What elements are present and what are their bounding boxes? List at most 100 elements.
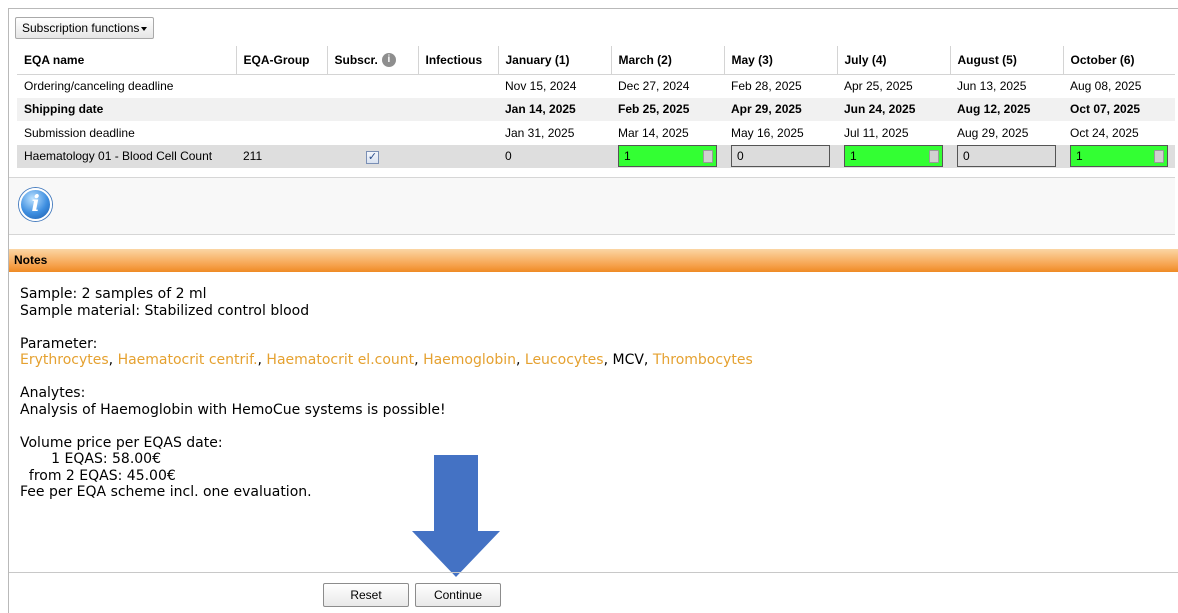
date-cell: Oct 24, 2025 xyxy=(1070,125,1139,140)
date-cell: Apr 29, 2025 xyxy=(724,97,837,121)
date-cell: Jun 13, 2025 xyxy=(957,79,1027,93)
march-cell: 1 xyxy=(611,144,724,168)
col-header-eqa-name: EQA name xyxy=(17,46,237,75)
col-header-subscr: Subscr. i xyxy=(327,46,419,75)
row-subscr xyxy=(327,74,418,98)
col-header-august: August (5) xyxy=(950,46,1064,75)
row-infectious xyxy=(418,121,498,145)
row-group xyxy=(236,121,327,145)
down-arrow-icon xyxy=(412,455,500,577)
august-cell: 0 xyxy=(950,144,1063,168)
quantity-value: 0 xyxy=(963,149,970,164)
parameter-erythrocytes[interactable]: Erythrocytes xyxy=(20,352,109,368)
date-cell: Aug 08, 2025 xyxy=(1070,79,1142,93)
parameter-mcv: MCV xyxy=(612,352,644,368)
info-icon[interactable]: i xyxy=(381,52,396,67)
eqa-table: EQA name EQA-Group Subscr. i Infectious J… xyxy=(17,46,1175,168)
parameter-haemoglobin[interactable]: Haemoglobin xyxy=(423,352,516,368)
notes-fee: Fee per EQA scheme incl. one evaluation. xyxy=(20,484,312,500)
subscription-functions-dropdown[interactable]: Subscription functions xyxy=(15,17,155,39)
date-cell: Jan 31, 2025 xyxy=(505,125,575,140)
quantity-input[interactable]: 0 xyxy=(957,145,1056,168)
quantity-value: 1 xyxy=(624,149,631,164)
trash-icon[interactable] xyxy=(929,149,939,163)
october-cell: 1 xyxy=(1063,144,1175,168)
notes-analytes-label: Analytes: xyxy=(20,385,86,401)
notes-material: Sample material: Stabilized control bloo… xyxy=(20,302,310,319)
col-header-subscr-label: Subscr. xyxy=(334,52,378,67)
parameter-leucocytes[interactable]: Leucocytes xyxy=(525,352,604,368)
scheme-infectious xyxy=(418,144,498,168)
notes-price-1: 1 EQAS: 58.00€ xyxy=(20,451,161,467)
row-label: Ordering/canceling deadline xyxy=(24,79,174,93)
may-cell: 0 xyxy=(724,144,837,168)
january-quantity: 0 xyxy=(498,144,611,168)
info-icon[interactable]: i xyxy=(19,188,52,221)
july-cell: 1 xyxy=(837,144,950,168)
row-label: Shipping date xyxy=(17,97,236,121)
date-cell: Aug 29, 2025 xyxy=(957,125,1029,140)
col-header-october: October (6) xyxy=(1063,46,1175,75)
date-cell: Oct 07, 2025 xyxy=(1063,97,1175,121)
trash-icon[interactable] xyxy=(703,149,713,163)
date-cell: Dec 27, 2024 xyxy=(618,79,690,93)
date-cell: Feb 25, 2025 xyxy=(611,97,724,121)
notes-analytes-text: Analysis of Haemoglobin with HemoCue sys… xyxy=(20,401,446,418)
scheme-name: Haematology 01 - Blood Cell Count xyxy=(17,144,236,168)
divider xyxy=(9,572,1178,573)
row-group xyxy=(236,74,327,98)
subscription-functions-label: Subscription functions xyxy=(22,21,140,35)
notes-parameters: Erythrocytes, Haematocrit centrif., Haem… xyxy=(20,352,753,368)
quantity-input[interactable]: 1 xyxy=(618,145,717,168)
table-row-shipping-date: Shipping date Jan 14, 2025 Feb 25, 2025 … xyxy=(17,97,1175,121)
col-header-january: January (1) xyxy=(498,46,612,75)
reset-button[interactable]: Reset xyxy=(323,583,409,607)
col-header-infectious: Infectious xyxy=(418,46,499,75)
caret-down-icon xyxy=(141,26,148,31)
col-header-march: March (2) xyxy=(611,46,725,75)
notes-sample: Sample: 2 samples of 2 ml xyxy=(20,286,207,302)
row-label: Submission deadline xyxy=(24,125,135,140)
table-header-row: EQA name EQA-Group Subscr. i Infectious J… xyxy=(17,46,1175,75)
quantity-input[interactable]: 0 xyxy=(731,145,830,168)
row-group xyxy=(236,97,327,121)
table-row-ordering-deadline: Ordering/canceling deadline Nov 15, 2024… xyxy=(17,74,1175,98)
scheme-subscr-cell: ✓ xyxy=(327,144,418,168)
quantity-value: 1 xyxy=(850,149,857,164)
date-cell: Aug 12, 2025 xyxy=(950,97,1063,121)
info-area: i xyxy=(9,177,1175,235)
date-cell: Jan 14, 2025 xyxy=(498,97,611,121)
notes-parameter-label: Parameter: xyxy=(20,335,98,352)
date-cell: Jul 11, 2025 xyxy=(844,125,909,140)
quantity-value: 1 xyxy=(1076,149,1083,164)
date-cell: Nov 15, 2024 xyxy=(505,79,577,93)
row-subscr xyxy=(327,121,418,145)
row-subscr xyxy=(327,97,418,121)
notes-header: Notes xyxy=(9,249,1178,272)
scheme-group: 211 xyxy=(236,144,327,168)
quantity-input[interactable]: 1 xyxy=(844,145,943,168)
date-cell: Apr 25, 2025 xyxy=(844,79,913,93)
subscribe-checkbox[interactable]: ✓ xyxy=(366,150,379,164)
col-header-eqa-group: EQA-Group xyxy=(236,46,328,75)
date-cell: Feb 28, 2025 xyxy=(731,79,802,93)
trash-icon[interactable] xyxy=(1154,149,1164,163)
notes-volume-label: Volume price per EQAS date: xyxy=(20,434,223,451)
col-header-may: May (3) xyxy=(724,46,838,75)
parameter-haematocrit-el-count[interactable]: Haematocrit el.count xyxy=(266,352,414,368)
notes-price-2: from 2 EQAS: 45.00€ xyxy=(20,467,176,484)
table-row-scheme: Haematology 01 - Blood Cell Count 211 ✓ … xyxy=(17,144,1175,168)
notes-content: Sample: 2 samples of 2 ml Sample materia… xyxy=(20,286,753,501)
quantity-value: 0 xyxy=(737,149,744,164)
col-header-july: July (4) xyxy=(837,46,951,75)
date-cell: Jun 24, 2025 xyxy=(837,97,950,121)
quantity-input[interactable]: 1 xyxy=(1070,145,1168,168)
table-row-submission-deadline: Submission deadline Jan 31, 2025 Mar 14,… xyxy=(17,121,1175,145)
row-infectious xyxy=(418,74,498,98)
date-cell: May 16, 2025 xyxy=(731,125,804,140)
parameter-thrombocytes[interactable]: Thrombocytes xyxy=(653,352,753,368)
row-infectious xyxy=(418,97,498,121)
parameter-haematocrit-centrif[interactable]: Haematocrit centrif. xyxy=(118,352,258,368)
continue-button[interactable]: Continue xyxy=(415,583,501,607)
date-cell: Mar 14, 2025 xyxy=(618,125,689,140)
